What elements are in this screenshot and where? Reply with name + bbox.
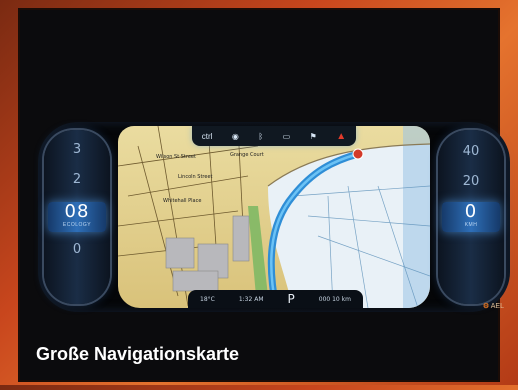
dial-tick: 2 <box>72 172 82 187</box>
navigation-map[interactable]: Wilson St Street Grange Court Lincoln St… <box>118 126 430 308</box>
dial-tick: 40 <box>462 144 480 159</box>
right-dial-sub: KMH <box>464 222 478 228</box>
left-dial: 3 2 08 ECOLOGY 0 <box>44 130 110 304</box>
dial-tick: 0 <box>72 242 82 257</box>
street-label: Grange Court <box>230 152 264 158</box>
warning-icon: ▲ <box>336 130 347 142</box>
street-label: Whitehall Place <box>163 198 201 204</box>
clock: 1:32 AM <box>238 295 264 303</box>
temperature: 18°C <box>200 295 215 303</box>
gear-indicator: P <box>287 292 295 306</box>
dial-tick: 3 <box>72 142 82 157</box>
right-dial-number: 0 <box>464 201 478 222</box>
bluetooth-icon[interactable]: ᛒ <box>258 132 263 141</box>
left-dial-number: 08 <box>64 201 90 222</box>
image-frame: 3 2 08 ECOLOGY 0 Wilson St Street Grange… <box>20 10 510 380</box>
map-top-bar: ctrl ◉ ᛒ ▭ ⚑ ▲ <box>192 126 356 146</box>
instrument-cluster: 3 2 08 ECOLOGY 0 Wilson St Street Grange… <box>38 122 510 312</box>
street-label: Wilson St Street <box>156 154 196 160</box>
status-bar: 18°C 1:32 AM P 000 10 km <box>188 290 363 308</box>
flag-icon[interactable]: ⚑ <box>310 132 317 141</box>
right-dial: 40 20 0 KMH <box>438 130 504 304</box>
street-label: Lincoln Street <box>178 174 213 180</box>
left-dial-value: 08 ECOLOGY <box>48 202 106 232</box>
odometer: 000 10 km <box>318 295 351 303</box>
phone-icon[interactable]: ▭ <box>283 132 291 141</box>
image-caption: Große Navigationskarte <box>36 344 240 364</box>
corner-badge: ⚙ AEL <box>482 303 504 310</box>
wifi-icon[interactable]: ◉ <box>232 132 239 141</box>
left-dial-sub: ECOLOGY <box>62 222 92 228</box>
map-canvas: Wilson St Street Grange Court Lincoln St… <box>118 126 430 308</box>
ctrl-icon[interactable]: ctrl <box>202 132 213 141</box>
dial-tick: 20 <box>462 174 480 189</box>
corner-label: AEL <box>490 303 504 310</box>
right-dial-value: 0 KMH <box>442 202 500 232</box>
